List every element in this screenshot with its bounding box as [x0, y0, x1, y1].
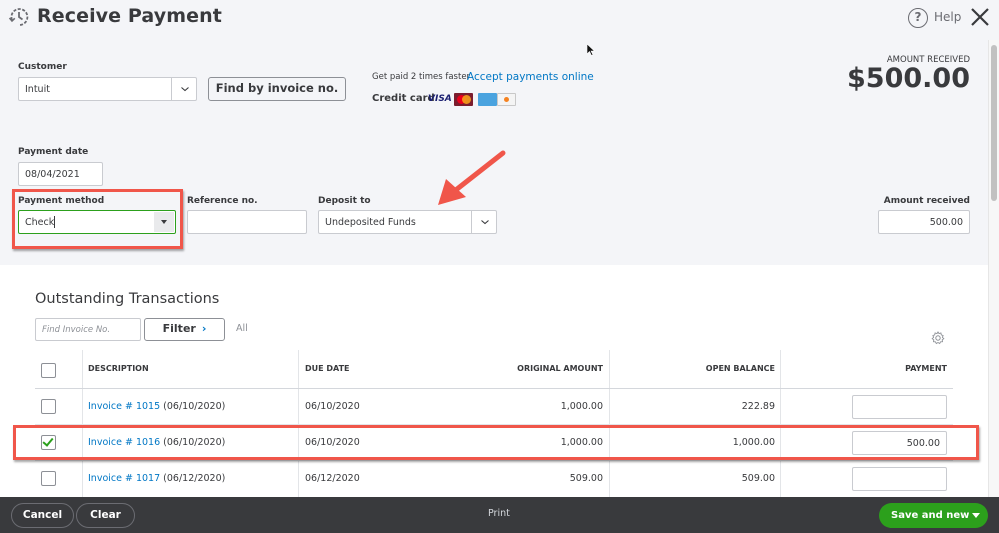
- page-title: Receive Payment: [37, 5, 222, 27]
- chevron-down-icon[interactable]: [481, 218, 489, 226]
- customer-select[interactable]: Intuit: [18, 77, 197, 101]
- payment-date-input[interactable]: 08/04/2021: [18, 162, 103, 186]
- chevron-right-icon: ›: [201, 322, 207, 335]
- discover-logo-icon: [497, 93, 516, 106]
- deposit-to-label: Deposit to: [318, 196, 371, 206]
- row-checkbox[interactable]: [41, 471, 56, 486]
- amount-received-input[interactable]: 500.00: [878, 210, 970, 234]
- gear-icon[interactable]: [931, 331, 945, 345]
- deposit-to-select[interactable]: Undeposited Funds: [318, 210, 497, 234]
- accept-payments-link[interactable]: Accept payments online: [467, 71, 594, 83]
- invoice-date: (06/10/2020): [163, 401, 226, 412]
- caret-down-icon[interactable]: [972, 513, 980, 518]
- row-divider: [35, 460, 953, 461]
- column-header-original-amount[interactable]: ORIGINAL AMOUNT: [440, 364, 603, 373]
- invoice-link[interactable]: Invoice # 1017: [88, 473, 160, 484]
- visa-logo-icon: VISA: [428, 94, 452, 104]
- clear-button[interactable]: Clear: [76, 503, 135, 528]
- annotation-highlight-payment-method: [12, 189, 183, 249]
- customer-label: Customer: [18, 62, 67, 72]
- column-header-due-date[interactable]: DUE DATE: [305, 364, 350, 373]
- amount-received-total: $500.00: [847, 63, 970, 94]
- chevron-down-icon[interactable]: [181, 85, 189, 93]
- description-cell: Invoice # 1017 (06/12/2020): [88, 473, 225, 484]
- column-header-payment[interactable]: PAYMENT: [800, 364, 947, 373]
- payment-input[interactable]: [852, 395, 947, 419]
- outstanding-transactions-title: Outstanding Transactions: [35, 291, 220, 307]
- description-cell: Invoice # 1015 (06/10/2020): [88, 401, 225, 412]
- credit-card-label: Credit card: [372, 93, 435, 104]
- open-balance-cell: 222.89: [741, 401, 775, 412]
- payment-date-label: Payment date: [18, 147, 89, 157]
- scrollbar-thumb[interactable]: [991, 45, 997, 201]
- row-checkbox[interactable]: [41, 399, 56, 414]
- print-link[interactable]: Print: [488, 508, 510, 519]
- column-header-open-balance[interactable]: OPEN BALANCE: [620, 364, 775, 373]
- select-divider: [171, 78, 172, 100]
- amex-logo-icon: [478, 93, 497, 106]
- save-and-new-button[interactable]: Save and new: [879, 503, 988, 528]
- mastercard-logo-icon: [454, 93, 473, 106]
- save-and-new-label: Save and new: [891, 510, 970, 521]
- deposit-to-value: Undeposited Funds: [325, 216, 416, 228]
- select-all-checkbox[interactable]: [41, 363, 56, 378]
- original-amount-cell: 509.00: [569, 473, 603, 484]
- due-date-cell: 06/12/2020: [305, 473, 360, 484]
- filter-button[interactable]: Filter ›: [144, 318, 225, 341]
- invoice-link[interactable]: Invoice # 1015: [88, 401, 160, 412]
- amount-received-field-label: Amount received: [883, 196, 970, 206]
- table-header-divider: [35, 388, 953, 389]
- reference-no-input[interactable]: [187, 210, 307, 234]
- annotation-highlight-invoice-row: [13, 425, 979, 460]
- recurring-clock-icon: [8, 8, 29, 26]
- column-header-description[interactable]: DESCRIPTION: [88, 364, 149, 373]
- filter-label: Filter: [162, 322, 196, 335]
- mouse-pointer-icon: [587, 44, 595, 56]
- select-divider: [471, 211, 472, 233]
- original-amount-cell: 1,000.00: [560, 401, 603, 412]
- promo-text: Get paid 2 times faster: [372, 72, 471, 82]
- find-invoice-input[interactable]: Find Invoice No.: [35, 318, 141, 341]
- find-by-invoice-button[interactable]: Find by invoice no.: [208, 77, 346, 101]
- close-icon[interactable]: [969, 6, 991, 28]
- payment-input[interactable]: [852, 467, 947, 491]
- help-link[interactable]: Help: [934, 10, 961, 24]
- due-date-cell: 06/10/2020: [305, 401, 360, 412]
- help-circle-icon[interactable]: ?: [908, 8, 928, 28]
- customer-value: Intuit: [25, 83, 50, 95]
- reference-no-label: Reference no.: [187, 196, 258, 206]
- invoice-date: (06/12/2020): [163, 473, 226, 484]
- open-balance-cell: 509.00: [741, 473, 775, 484]
- cancel-button[interactable]: Cancel: [11, 503, 74, 528]
- filter-state-label: All: [236, 323, 248, 334]
